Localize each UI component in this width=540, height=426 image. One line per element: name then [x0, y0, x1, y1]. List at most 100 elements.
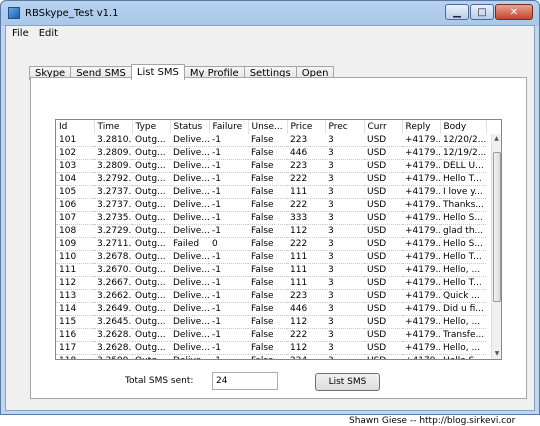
column-header[interactable]: Type — [132, 120, 171, 134]
table-cell: False — [248, 198, 287, 212]
table-cell: 224 — [287, 354, 325, 359]
table-cell: 3.2809... — [94, 146, 132, 160]
table-cell: Hello, ... — [440, 315, 486, 329]
table-row[interactable]: 1053.2737...Outg...Delive...-1False1113U… — [56, 185, 486, 199]
column-header[interactable]: Prec — [325, 120, 365, 134]
table-cell: I love y... — [440, 185, 486, 199]
column-header[interactable]: Failure — [209, 120, 249, 134]
list-sms-button[interactable]: List SMS — [315, 373, 380, 391]
table-cell: 111 — [287, 185, 325, 199]
menu-file[interactable]: File — [12, 28, 29, 39]
table-row[interactable]: 1013.2810...Outg...Delive...-1False2233U… — [56, 134, 486, 147]
table-row[interactable]: 1093.2711...Outg...Failed0False2223USD+4… — [56, 237, 486, 251]
scroll-down-arrow-icon[interactable]: ▼ — [492, 349, 501, 359]
table-cell: -1 — [209, 315, 248, 329]
tab-list-sms[interactable]: List SMS — [130, 64, 185, 80]
table-cell: Delive... — [170, 211, 209, 225]
table-cell: 111 — [287, 276, 325, 290]
column-header[interactable]: Time — [94, 120, 133, 134]
table-cell: 3 — [325, 302, 364, 316]
table-row[interactable]: 1083.2729...Outg...Delive...-1False1123U… — [56, 224, 486, 238]
column-header[interactable]: Unse... — [248, 120, 288, 134]
table-row[interactable]: 1163.2628...Outg...Delive...-1False2223U… — [56, 328, 486, 342]
table-cell: 222 — [287, 328, 325, 342]
table-cell: Outg... — [132, 185, 170, 199]
table-row[interactable]: 1063.2737...Outg...Delive...-1False2223U… — [56, 198, 486, 212]
table-cell: False — [248, 250, 287, 264]
table-row[interactable]: 1143.2649...Outg...Delive...-1False4463U… — [56, 302, 486, 316]
column-header[interactable]: Reply — [402, 120, 441, 134]
table-cell: -1 — [209, 172, 248, 186]
table-cell: Hello T... — [440, 250, 486, 264]
table-cell: 103 — [56, 159, 94, 173]
scroll-up-arrow-icon[interactable]: ▲ — [492, 134, 501, 144]
table-cell: 3 — [325, 198, 364, 212]
table-cell: -1 — [209, 185, 248, 199]
table-cell: USD — [364, 211, 402, 225]
table-row[interactable]: 1033.2809...Outg...Delive...-1False2233U… — [56, 159, 486, 173]
table-cell: 3 — [325, 328, 364, 342]
table-cell: USD — [364, 224, 402, 238]
table-cell: -1 — [209, 146, 248, 160]
table-cell: False — [248, 185, 287, 199]
maximize-button[interactable]: □ — [470, 4, 494, 20]
table-row[interactable]: 1103.2678...Outg...Delive...-1False1113U… — [56, 250, 486, 264]
close-button[interactable]: ✕ — [495, 4, 533, 20]
table-cell: 3.2810... — [94, 134, 132, 147]
table-cell: Delive... — [170, 250, 209, 264]
table-cell: Outg... — [132, 328, 170, 342]
table-cell: 112 — [287, 315, 325, 329]
column-header[interactable]: Id — [56, 120, 95, 134]
table-cell: 118 — [56, 354, 94, 359]
table-cell: -1 — [209, 211, 248, 225]
total-sms-label: Total SMS sent: — [125, 376, 194, 386]
table-cell: +4179... — [402, 159, 440, 173]
table-row[interactable]: 1133.2662...Outg...Delive...-1False2233U… — [56, 289, 486, 303]
table-cell: USD — [364, 198, 402, 212]
column-header[interactable]: Price — [287, 120, 326, 134]
table-cell: Outg... — [132, 276, 170, 290]
table-row[interactable]: 1183.2599...Outg...Delive...-1False2243U… — [56, 354, 486, 359]
table-cell: +4179... — [402, 134, 440, 147]
sms-list-view[interactable]: Id Time Type Status Failure Unse... Price Prec C… — [55, 119, 502, 360]
table-cell: Transfe... — [440, 328, 486, 342]
total-sms-field[interactable] — [212, 372, 278, 390]
table-cell: 0 — [209, 237, 248, 251]
table-cell: +4179... — [402, 289, 440, 303]
table-cell: 3.2737... — [94, 198, 132, 212]
table-row[interactable]: 1153.2645...Outg...Delive...-1False1123U… — [56, 315, 486, 329]
table-cell: 111 — [56, 263, 94, 277]
column-header[interactable]: Status — [170, 120, 210, 134]
table-cell: False — [248, 224, 287, 238]
table-cell: 3 — [325, 185, 364, 199]
table-row[interactable]: 1073.2735...Outg...Delive...-1False3333U… — [56, 211, 486, 225]
table-row[interactable]: 1023.2809...Outg...Delive...-1False4463U… — [56, 146, 486, 160]
table-cell: 116 — [56, 328, 94, 342]
client-area: File Edit Skype Send SMS List SMS My Pro… — [5, 25, 535, 426]
table-row[interactable]: 1043.2792...Outg...Delive...-1False2223U… — [56, 172, 486, 186]
table-cell: Delive... — [170, 354, 209, 359]
table-cell: Hello, ... — [440, 341, 486, 355]
table-cell: 223 — [287, 159, 325, 173]
table-cell: Outg... — [132, 289, 170, 303]
table-cell: 102 — [56, 146, 94, 160]
table-cell: Outg... — [132, 263, 170, 277]
table-cell: 3.2678... — [94, 250, 132, 264]
table-cell: 446 — [287, 302, 325, 316]
table-cell: 446 — [287, 146, 325, 160]
minimize-button[interactable]: ▁ — [445, 4, 469, 20]
vertical-scrollbar[interactable]: ▲ ▼ — [491, 134, 501, 359]
menu-edit[interactable]: Edit — [39, 28, 58, 39]
column-header[interactable]: Body — [440, 120, 487, 134]
table-cell: 3.2628... — [94, 328, 132, 342]
table-cell: Outg... — [132, 302, 170, 316]
table-row[interactable]: 1123.2667...Outg...Delive...-1False1113U… — [56, 276, 486, 290]
scrollbar-thumb[interactable] — [493, 152, 501, 302]
table-cell: 3 — [325, 315, 364, 329]
table-cell: Delive... — [170, 263, 209, 277]
column-header[interactable]: Curr — [364, 120, 403, 134]
table-cell: 333 — [287, 211, 325, 225]
table-row[interactable]: 1113.2670...Outg...Delive...-1False1113U… — [56, 263, 486, 277]
title-bar[interactable]: RBSkype_Test v1.1 ▁ □ ✕ — [1, 1, 539, 25]
table-row[interactable]: 1173.2628...Outg...Delive...-1False1123U… — [56, 341, 486, 355]
